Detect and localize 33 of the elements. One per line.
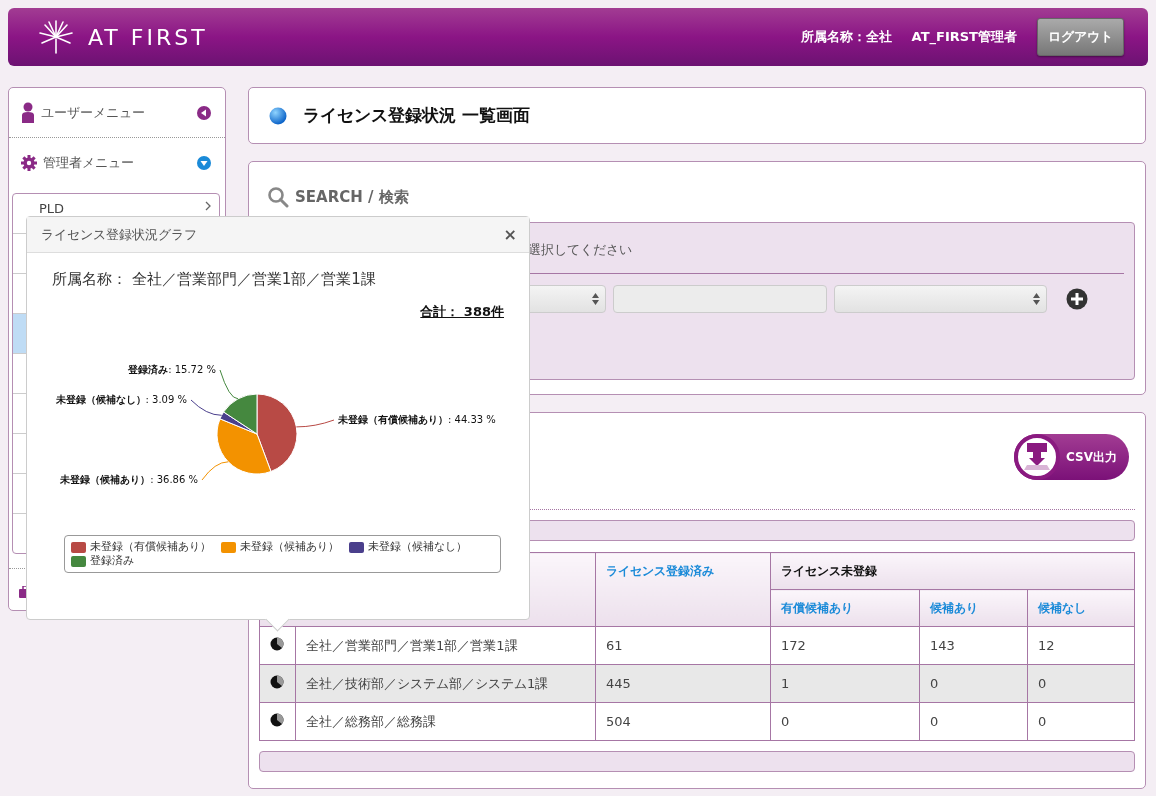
organization-label: 所属名称：全社 xyxy=(800,28,892,46)
search-title: SEARCH / 検索 xyxy=(295,187,409,207)
table-cell: 1 xyxy=(770,664,920,703)
legend-label: 未登録（候補あり） xyxy=(240,540,339,554)
logo-text: AT FIRST xyxy=(88,24,208,50)
data-label: 未登録（候補あり）: 36.86 % xyxy=(60,474,198,486)
table-cell: 0 xyxy=(1027,702,1135,741)
column-header: ライセンス未登録 xyxy=(770,552,1135,590)
data-label: 未登録（有償候補あり）: 44.33 % xyxy=(338,414,496,426)
column-header: ライセンス登録済み xyxy=(595,552,771,627)
table-cell: 全社／営業部門／営業1部／営業1課 xyxy=(295,626,596,665)
table-cell: 61 xyxy=(595,626,771,665)
column-header: 候補なし xyxy=(1027,589,1135,627)
table-cell: 0 xyxy=(919,664,1028,703)
column-header: 候補あり xyxy=(919,589,1028,627)
user-name: AT_FIRST管理者 xyxy=(911,28,1017,46)
table-cell: 143 xyxy=(919,626,1028,665)
legend-label: 未登録（有償候補あり） xyxy=(90,540,211,554)
column-header: 有償候補あり xyxy=(770,589,920,627)
table-cell: 172 xyxy=(770,626,920,665)
page-title: ライセンス登録状況 一覧画面 xyxy=(303,104,530,127)
table-cell: 0 xyxy=(919,702,1028,741)
table-cell: 12 xyxy=(1027,626,1135,665)
legend-label: 未登録（候補なし） xyxy=(368,540,467,554)
table-cell: 445 xyxy=(595,664,771,703)
legend-label: 登録済み xyxy=(90,554,134,568)
table-cell: 全社／技術部／システム部／システム1課 xyxy=(295,664,596,703)
table-cell: 0 xyxy=(770,702,920,741)
table-cell: 0 xyxy=(1027,664,1135,703)
table-cell: 504 xyxy=(595,702,771,741)
data-label: 登録済み: 15.72 % xyxy=(128,364,216,376)
data-label: 未登録（候補なし）: 3.09 % xyxy=(55,394,187,406)
table-cell: 全社／総務部／総務課 xyxy=(295,702,596,741)
